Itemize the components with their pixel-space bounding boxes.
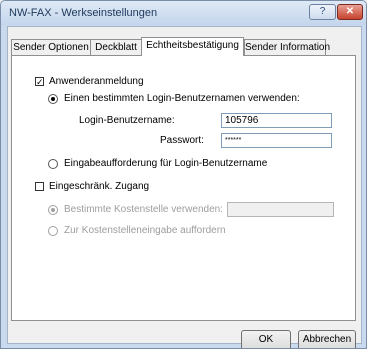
cost-center-field[interactable]: [227, 202, 334, 217]
prompt-login-label: Eingabeaufforderung für Login-Benutzerna…: [64, 158, 268, 169]
authentication-panel: ✓ Anwenderanmeldung Einen bestimmten Log…: [11, 55, 356, 321]
password-label: Passwort:: [160, 135, 204, 146]
password-field[interactable]: ******: [221, 133, 332, 148]
specific-login-radio[interactable]: [48, 94, 58, 104]
cancel-button[interactable]: Abbrechen: [298, 330, 356, 348]
prompt-login-radio[interactable]: [48, 159, 58, 169]
cost-center-radio[interactable]: [48, 205, 58, 215]
tab-cover-page[interactable]: Deckblatt: [90, 39, 142, 55]
tab-sender-information[interactable]: Sender Information: [244, 39, 330, 55]
close-icon: ✕: [345, 6, 355, 17]
ok-button[interactable]: OK: [241, 330, 291, 348]
close-button[interactable]: ✕: [337, 4, 363, 20]
login-name-label: Login-Benutzername:: [79, 115, 175, 126]
restricted-access-label: Eingeschränk. Zugang: [49, 181, 150, 192]
help-button[interactable]: ?: [309, 4, 336, 20]
user-login-label: Anwenderanmeldung: [49, 76, 144, 87]
help-icon: ?: [319, 6, 326, 17]
cost-prompt-label: Zur Kostenstelleneingabe auffordern: [64, 225, 226, 236]
cost-center-label: Bestimmte Kostenstelle verwenden:: [64, 204, 223, 215]
dialog-window: NW-FAX - Werkseinstellungen ? ✕ Sender O…: [0, 0, 367, 349]
dialog-client-area: Sender Optionen Deckblatt Echtheitsbestä…: [7, 26, 362, 348]
restricted-access-checkbox[interactable]: [35, 182, 44, 191]
user-login-checkbox[interactable]: ✓: [35, 77, 44, 87]
cost-prompt-radio[interactable]: [48, 226, 58, 236]
tab-sender-options[interactable]: Sender Optionen: [11, 39, 91, 55]
specific-login-label: Einen bestimmten Login-Benutzernamen ver…: [64, 93, 300, 104]
window-title: NW-FAX - Werkseinstellungen: [9, 7, 158, 19]
tab-authentication[interactable]: Echtheitsbestätigung: [141, 37, 244, 56]
login-name-field[interactable]: 105796: [221, 113, 332, 128]
title-bar[interactable]: NW-FAX - Werkseinstellungen ? ✕: [1, 1, 366, 25]
